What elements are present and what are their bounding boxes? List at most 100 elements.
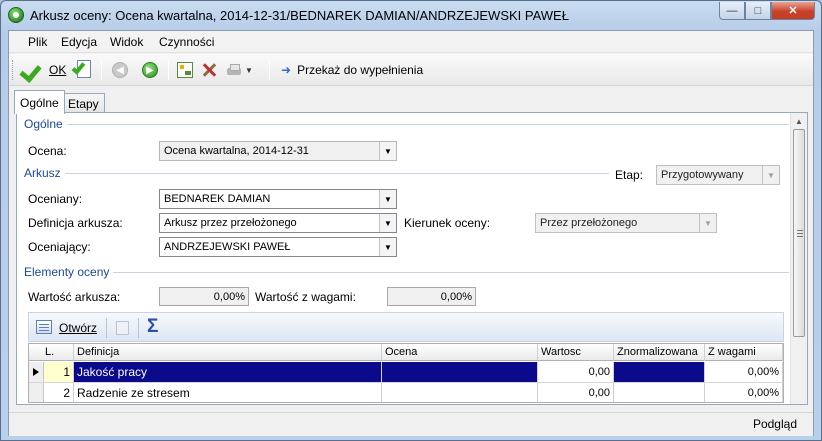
scroll-thumb[interactable] <box>793 129 805 337</box>
section-sheet: Arkusz <box>24 166 65 180</box>
main-toolbar: OK ◀ ▶ ▼ ➜ Przekaż do wypełnienia <box>9 54 813 86</box>
minimize-button[interactable]: — <box>719 2 745 20</box>
table-row[interactable]: 1 Jakość pracy 0,00 0,00% <box>29 362 783 383</box>
back-arrow-icon: ◀ <box>112 62 128 78</box>
ocena-combo[interactable]: Ocena kwartalna, 2014-12-31 ▼ <box>159 141 397 161</box>
save-check-button[interactable] <box>71 59 93 81</box>
kierunek-combo[interactable]: Przez przełożonego ▼ <box>535 213 717 233</box>
etap-label: Etap: <box>615 168 644 182</box>
client-area: Plik Edycja Widok Czynności OK ◀ ▶ ▼ ➜ P… <box>8 30 814 436</box>
ocena-label: Ocena: <box>28 144 67 158</box>
cell-wartosc: 0,00 <box>538 362 614 382</box>
tab-ogolne[interactable]: Ogólne <box>14 90 65 114</box>
maximize-button[interactable]: □ <box>745 2 771 20</box>
cell-definicja: Jakość pracy <box>74 362 382 382</box>
tools-icon <box>201 62 217 78</box>
tab-etapy[interactable]: Etapy <box>62 93 105 113</box>
wartosc-wagi-label: Wartość z wagami: <box>255 290 356 304</box>
close-button[interactable]: ✕ <box>771 2 815 20</box>
open-button[interactable]: Otwórz <box>59 321 97 335</box>
row-pointer-icon <box>33 368 39 376</box>
chevron-down-icon: ▼ <box>699 214 716 232</box>
col-wartosc[interactable]: Wartosc <box>538 344 614 361</box>
maximize-icon: □ <box>754 4 762 17</box>
grid-header: L. Definicja Ocena Wartosc Znormalizowan… <box>29 344 783 361</box>
sigma-icon[interactable]: Σ <box>147 316 158 338</box>
menu-edycja[interactable]: Edycja <box>61 35 97 49</box>
toolbar-grip[interactable] <box>12 60 15 80</box>
preview-button[interactable]: Podgląd <box>753 417 797 431</box>
main-window: Arkusz oceny: Ocena kwartalna, 2014-12-3… <box>0 0 822 441</box>
col-z-wagami[interactable]: Z wagami <box>705 344 783 361</box>
chevron-down-icon[interactable]: ▼ <box>379 214 396 232</box>
oceniany-combo[interactable]: BEDNAREK DAMIAN ▼ <box>159 189 397 209</box>
col-znormalizowana[interactable]: Znormalizowana <box>614 344 705 361</box>
row-indicator <box>29 362 44 382</box>
arrow-right-icon: ➜ <box>281 63 292 77</box>
check-icon <box>21 60 43 80</box>
printer-icon <box>226 62 242 78</box>
window-title: Arkusz oceny: Ocena kwartalna, 2014-12-3… <box>30 8 569 23</box>
wartosc-wagi-value: 0,00% <box>387 287 476 306</box>
forward-nav-button[interactable]: ▶ <box>142 59 158 81</box>
cell-definicja: Radzenie ze stresem <box>74 383 382 402</box>
cell-wartosc: 0,00 <box>538 383 614 402</box>
grid-toolbar: Otwórz Σ <box>28 312 784 342</box>
section-elements: Elementy oceny <box>24 265 114 279</box>
ok-button[interactable]: OK <box>21 59 66 81</box>
tree-button[interactable] <box>177 59 193 81</box>
open-document-icon <box>36 320 52 334</box>
ocena-value: Ocena kwartalna, 2014-12-31 <box>164 145 309 157</box>
tools-button[interactable] <box>201 59 217 81</box>
minimize-icon: — <box>726 4 738 17</box>
edit-icon[interactable] <box>116 321 129 335</box>
vertical-scrollbar[interactable]: ▲ <box>790 113 807 404</box>
cell-znorm <box>614 362 705 382</box>
title-bar: Arkusz oceny: Ocena kwartalna, 2014-12-3… <box>1 1 821 30</box>
definicja-label: Definicja arkusza: <box>28 216 123 230</box>
menu-czynnosci[interactable]: Czynności <box>159 35 214 49</box>
col-ocena[interactable]: Ocena <box>382 344 538 361</box>
forward-to-fill-button[interactable]: ➜ Przekaż do wypełnienia <box>281 59 423 81</box>
cell-lp: 2 <box>44 383 74 402</box>
section-general: Ogólne <box>24 117 67 131</box>
back-button[interactable]: ◀ <box>112 59 128 81</box>
cell-z-wagami: 0,00% <box>705 383 783 402</box>
oceniajacy-label: Oceniający: <box>28 240 91 254</box>
app-icon <box>8 7 24 23</box>
definicja-value: Arkusz przez przełożonego <box>164 217 297 229</box>
chevron-down-icon: ▼ <box>245 65 253 75</box>
chevron-down-icon[interactable]: ▼ <box>379 142 396 160</box>
close-icon: ✕ <box>788 5 798 17</box>
window-controls: — □ ✕ <box>719 2 815 20</box>
kierunek-label: Kierunek oceny: <box>404 216 491 230</box>
tree-view-icon <box>177 62 193 78</box>
cell-z-wagami: 0,00% <box>705 362 783 382</box>
chevron-down-icon: ▼ <box>762 166 779 184</box>
chevron-down-icon[interactable]: ▼ <box>379 238 396 256</box>
oceniany-label: Oceniany: <box>28 192 83 206</box>
menu-widok[interactable]: Widok <box>110 35 143 49</box>
cell-ocena <box>382 383 538 402</box>
ok-label: OK <box>49 63 67 77</box>
oceniajacy-combo[interactable]: ANDRZEJEWSKI PAWEŁ ▼ <box>159 237 397 257</box>
etap-combo[interactable]: Przygotowywany ▼ <box>656 165 780 185</box>
cell-ocena <box>382 362 538 382</box>
menu-plik[interactable]: Plik <box>28 35 47 49</box>
col-lp[interactable]: L. <box>29 344 74 361</box>
print-button[interactable]: ▼ <box>226 59 253 81</box>
tab-strip: Ogólne Etapy <box>9 89 813 114</box>
chevron-down-icon[interactable]: ▼ <box>379 190 396 208</box>
row-indicator <box>29 383 44 402</box>
wartosc-arkusza-value: 0,00% <box>159 287 249 306</box>
general-panel: Ogólne Ocena: Ocena kwartalna, 2014-12-3… <box>16 112 808 405</box>
kierunek-value: Przez przełożonego <box>540 217 638 229</box>
definicja-combo[interactable]: Arkusz przez przełożonego ▼ <box>159 213 397 233</box>
col-definicja[interactable]: Definicja <box>74 344 382 361</box>
table-row[interactable]: 2 Radzenie ze stresem 0,00 0,00% <box>29 383 783 402</box>
forward-arrow-icon: ▶ <box>142 62 158 78</box>
cell-lp: 1 <box>44 362 74 382</box>
etap-value: Przygotowywany <box>661 169 744 181</box>
elements-grid: L. Definicja Ocena Wartosc Znormalizowan… <box>28 343 784 403</box>
scroll-up-icon[interactable]: ▲ <box>791 113 807 129</box>
